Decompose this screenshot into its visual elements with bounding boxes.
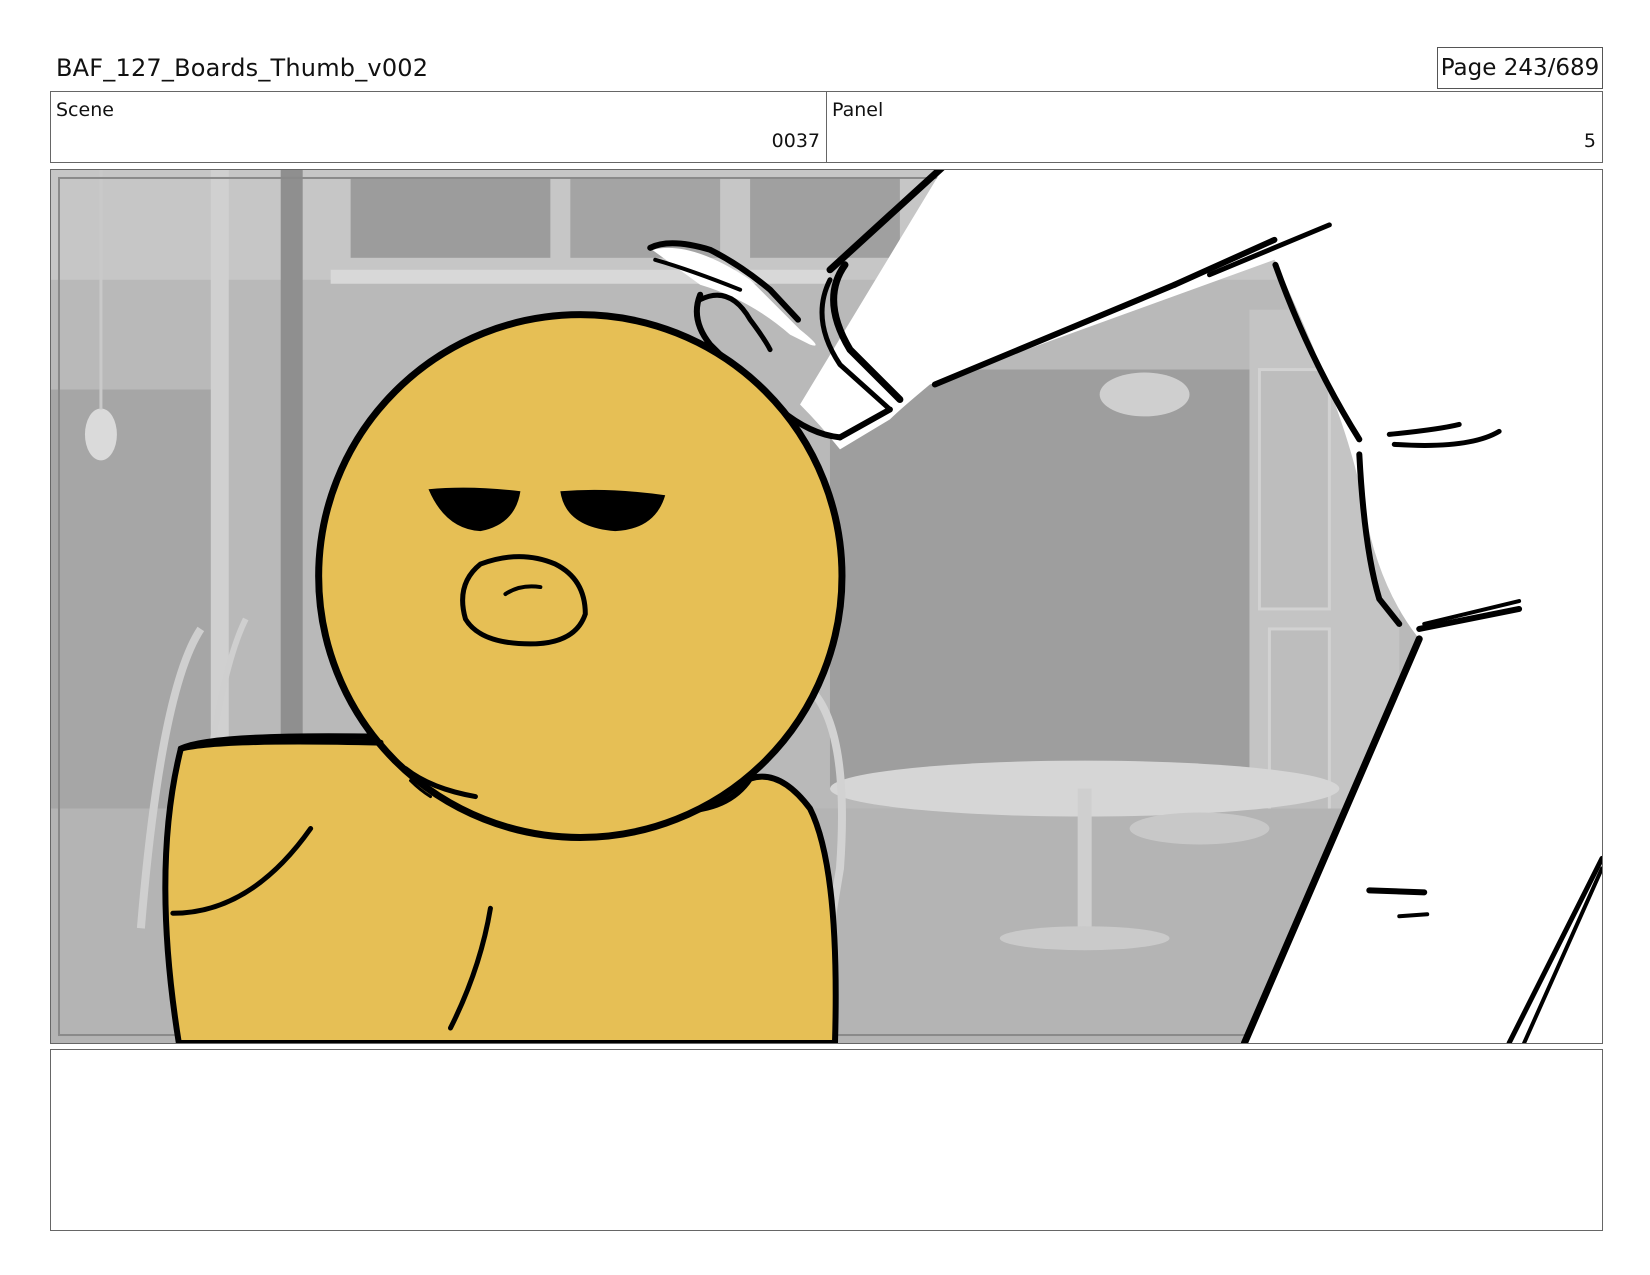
panel-label: Panel — [832, 99, 884, 121]
scene-panel-header: Scene 0037 Panel 5 — [50, 91, 1603, 163]
storyboard-page: BAF_127_Boards_Thumb_v002 Page 243/689 S… — [0, 0, 1650, 1275]
page-counter: Page 243/689 — [1437, 47, 1603, 89]
panel-number: 5 — [1583, 130, 1596, 152]
storyboard-panel-image — [50, 169, 1603, 1044]
document-title: BAF_127_Boards_Thumb_v002 — [56, 54, 429, 82]
scene-number: 0037 — [771, 130, 820, 152]
scene-label: Scene — [56, 99, 114, 121]
panel-cell: Panel 5 — [826, 92, 1602, 162]
panel-drawing — [51, 170, 1602, 1043]
panel-notes-box — [50, 1049, 1603, 1231]
scene-cell: Scene 0037 — [51, 92, 826, 162]
